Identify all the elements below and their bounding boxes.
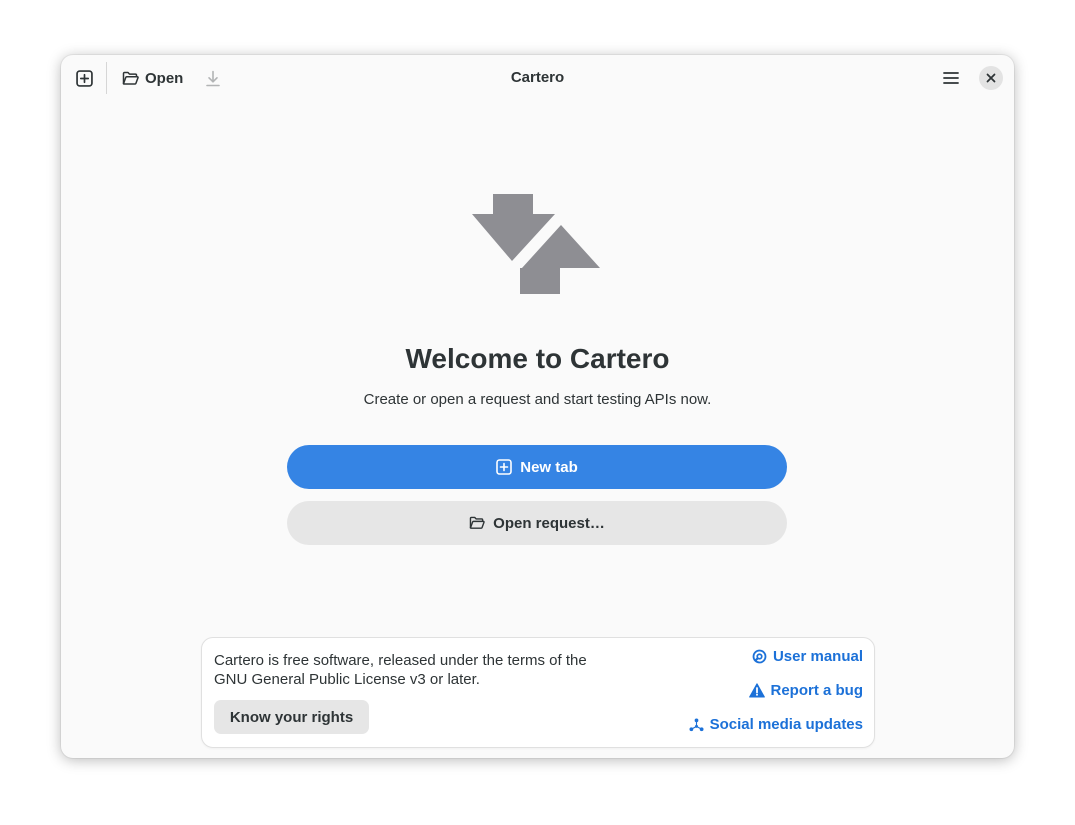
network-icon [689,717,704,731]
window-title: Cartero [510,69,565,86]
license-text: Cartero is free software, released under… [214,652,587,688]
report-bug-link[interactable]: Report a bug [748,682,864,699]
social-media-link[interactable]: Social media updates [689,716,863,733]
about-card: Cartero is free software, released under… [201,637,875,748]
open-request-button-label: Open request… [493,514,605,532]
open-request-button[interactable]: Open request… [287,501,787,545]
transfer-arrows-icon [472,194,600,294]
hamburger-menu-icon [943,72,959,84]
new-tab-button-label: New tab [520,458,578,476]
new-tab-button[interactable]: New tab [287,445,787,489]
close-icon [986,73,996,83]
close-window-button[interactable] [979,66,1003,90]
welcome-heading: Welcome to Cartero [405,343,670,374]
app-window: Open Cartero Welcome to Cartero Create o… [61,55,1014,758]
user-manual-label: User manual [772,648,863,665]
report-bug-label: Report a bug [770,682,864,699]
main-menu-button[interactable] [937,64,965,92]
warning-icon [748,683,765,698]
help-lifebuoy-icon [752,649,767,664]
user-manual-link[interactable]: User manual [752,648,863,665]
know-your-rights-button[interactable]: Know your rights [214,700,369,734]
header-bar: Open Cartero [61,55,1014,101]
tab-new-icon [496,459,513,475]
folder-open-icon [469,516,485,529]
welcome-subtitle: Create or open a request and start testi… [363,391,712,408]
social-media-label: Social media updates [709,716,863,733]
